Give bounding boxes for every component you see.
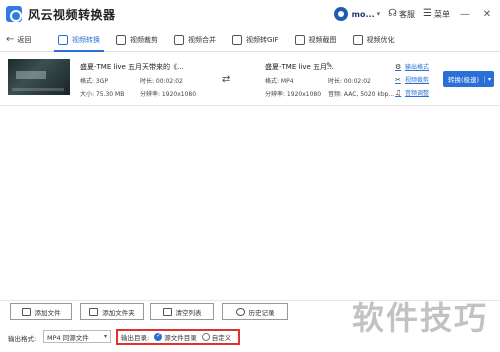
video-gif-icon (232, 34, 242, 45)
add-file-button[interactable]: 添加文件 (10, 303, 72, 320)
audio-adjust-icon: ♫ (395, 88, 402, 97)
divider (0, 300, 500, 301)
output-format-value: MP4 同源文件 (47, 333, 89, 342)
tab-label: 视频转GIF (246, 35, 279, 44)
video-merge-icon (174, 34, 184, 45)
tab-label: 视频优化 (366, 35, 395, 44)
chevron-down-icon: ▾ (103, 333, 107, 340)
history-button[interactable]: 历史记录 (222, 303, 288, 320)
convert-button[interactable]: 转换(极速) ▾ (443, 71, 494, 87)
minimize-icon[interactable]: — (458, 9, 472, 20)
action-label: 输出格式 (405, 64, 430, 71)
video-trim-link[interactable]: ✂ 视频裁剪 (395, 75, 430, 85)
menu-icon: ☰ (423, 8, 432, 19)
service-label: 客服 (399, 9, 416, 19)
audio-adjust-link[interactable]: ♫ 音频调整 (395, 88, 430, 98)
video-screenshot-icon (294, 34, 305, 45)
tab-bar: ← 返回 视频转换 视频裁剪 视频合并 视频转GIF 视频截图 视频优化 (0, 28, 500, 52)
source-dir-radio[interactable]: 源文件目录 (154, 332, 197, 342)
output-directory-label: 输出目录: (121, 334, 150, 342)
source-format: 格式: 3GP (80, 78, 109, 85)
back-button[interactable]: ← 返回 (6, 34, 50, 45)
source-duration: 时长: 00:02:02 (140, 78, 183, 85)
service-button[interactable]: ☊ 客服 (388, 9, 415, 20)
add-folder-icon (89, 307, 99, 316)
output-format-label: 输出格式: (8, 335, 37, 343)
edit-name-icon[interactable]: ✎ (326, 61, 333, 70)
user-avatar[interactable] (333, 7, 348, 21)
chevron-down-icon[interactable]: ▾ (484, 75, 494, 83)
title-bar: 风云视频转换器 mo... ▾ ☊ 客服 ☰ 菜单 — ✕ (0, 0, 500, 28)
source-size: 大小: 75.30 MB (80, 91, 125, 98)
tab-video-optimize[interactable]: 视频优化 (345, 28, 403, 52)
clear-list-icon (162, 307, 172, 316)
tab-video-screenshot[interactable]: 视频截图 (287, 28, 345, 52)
add-folder-button[interactable]: 添加文件夹 (80, 303, 144, 320)
app-logo-icon (6, 6, 22, 22)
file-list-item[interactable]: 盛夏-TME live 五月天带来的《... 格式: 3GP 时长: 00:02… (0, 52, 500, 106)
convert-arrow-icon: ⇄ (222, 74, 231, 85)
radio-unchecked-icon (201, 333, 210, 341)
output-duration: 时长: 00:02:02 (328, 78, 371, 85)
output-format-link[interactable]: ⚙ 输出格式 (395, 62, 430, 72)
tab-label: 视频截图 (308, 35, 337, 44)
tab-label: 视频合并 (188, 35, 216, 44)
tab-label: 视频转换 (72, 35, 100, 44)
tab-video-trim[interactable]: 视频裁剪 (108, 28, 166, 52)
output-audio: 音频: AAC, 5020 kbp... (328, 91, 395, 98)
clock-icon (235, 307, 245, 316)
video-thumbnail[interactable] (8, 59, 70, 95)
chevron-down-icon[interactable]: ▾ (377, 10, 381, 18)
source-file-name: 盛夏-TME live 五月天带来的《... (80, 63, 184, 71)
button-label: 添加文件 (34, 308, 61, 317)
tab-video-gif[interactable]: 视频转GIF (224, 28, 287, 52)
headset-icon: ☊ (388, 8, 398, 19)
app-title: 风云视频转换器 (28, 7, 116, 22)
output-directory-group: 输出目录: 源文件目录 自定义 (116, 329, 240, 345)
video-optimize-icon (352, 34, 363, 45)
tab-video-convert[interactable]: 视频转换 (50, 28, 108, 52)
settings-icon: ⚙ (395, 62, 402, 71)
button-label: 历史记录 (248, 308, 275, 317)
back-label: 返回 (17, 35, 32, 44)
scissors-icon: ✂ (395, 75, 401, 84)
button-label: 添加文件夹 (102, 308, 135, 317)
back-arrow-icon: ← (6, 34, 15, 45)
menu-label: 菜单 (434, 9, 450, 19)
output-resolution: 分辨率: 1920x1080 (265, 91, 322, 98)
title-bar-controls: mo... ▾ ☊ 客服 ☰ 菜单 — ✕ (333, 0, 494, 28)
source-resolution: 分辨率: 1920x1080 (140, 91, 197, 98)
tab-label: 视频裁剪 (130, 35, 158, 44)
close-icon[interactable]: ✕ (480, 9, 494, 20)
radio-label: 源文件目录 (164, 334, 197, 342)
radio-label: 自定义 (211, 334, 232, 342)
button-label: 清空列表 (175, 308, 202, 317)
radio-checked-icon (154, 332, 163, 341)
video-trim-icon (116, 34, 126, 45)
menu-button[interactable]: ☰ 菜单 (423, 9, 450, 20)
clear-list-button[interactable]: 清空列表 (150, 303, 214, 320)
custom-dir-radio[interactable]: 自定义 (201, 332, 232, 342)
output-format: 格式: MP4 (265, 78, 294, 85)
video-convert-icon (58, 34, 68, 45)
add-file-icon (21, 307, 31, 316)
output-format-select[interactable]: MP4 同源文件 ▾ (43, 330, 111, 343)
user-name[interactable]: mo... (352, 10, 375, 19)
action-label: 音频调整 (405, 90, 430, 97)
tab-video-merge[interactable]: 视频合并 (166, 28, 224, 52)
output-file-name: 盛夏-TME live 五月... (265, 63, 334, 71)
action-label: 视频裁剪 (405, 77, 430, 84)
convert-label: 转换(极速) (447, 76, 480, 84)
